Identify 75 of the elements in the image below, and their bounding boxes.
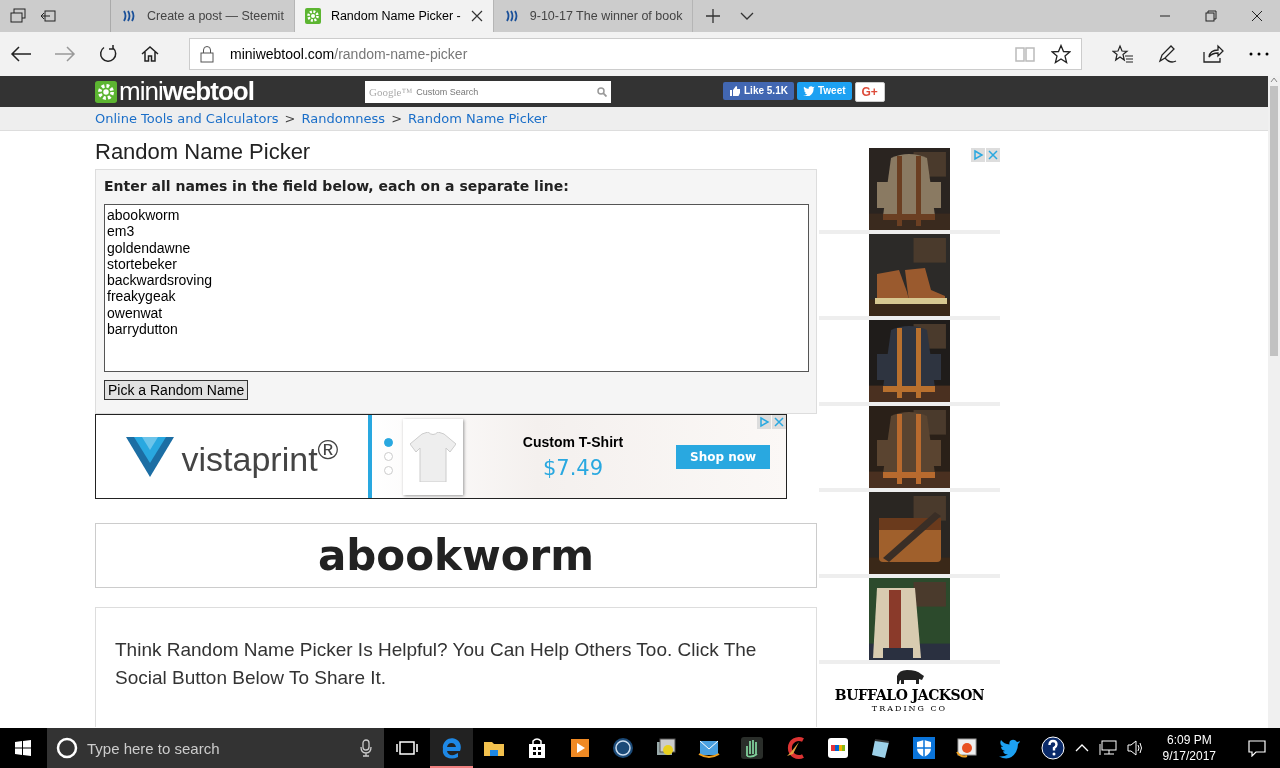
- clock-date: 9/17/2017: [1162, 748, 1216, 764]
- brand-name: vistaprint$^{®}$: [181, 433, 339, 480]
- names-field[interactable]: abookworm em3 goldendawne stortebeker backwardsroving freakygeak owenwat barrydutton: [104, 204, 809, 372]
- shopping-tag-icon[interactable]: [826, 736, 851, 760]
- google-plus-button[interactable]: G+: [854, 81, 885, 102]
- task-view-icon[interactable]: [395, 741, 418, 755]
- browser-tab[interactable]: Random Name Picker -: [294, 0, 494, 32]
- refresh-icon[interactable]: [98, 44, 118, 64]
- banner-ad[interactable]: vistaprint$^{®}$ Custom T-Shirt $7.49 Shop now: [95, 414, 787, 499]
- triangle-logo-icon: [125, 436, 174, 477]
- breadcrumb-link[interactable]: Randomness: [301, 111, 386, 126]
- like-button[interactable]: Like 5.1K: [723, 81, 794, 100]
- wave-icon: [121, 8, 137, 24]
- site-logo[interactable]: miniwebtool: [95, 76, 365, 107]
- carousel-dot[interactable]: [384, 466, 393, 475]
- gear-icon: [95, 80, 117, 103]
- chevron-up-icon[interactable]: [1074, 743, 1089, 753]
- scrollbar[interactable]: [1268, 76, 1280, 728]
- set-aside-tabs-icon[interactable]: [40, 8, 56, 24]
- ad-tile[interactable]: [819, 234, 1000, 316]
- carousel-dot[interactable]: [384, 452, 393, 461]
- price: $7.49: [542, 455, 604, 480]
- thumbs-up-icon: [729, 84, 741, 97]
- brand-tagline: TRADING CO: [871, 704, 948, 713]
- gear-icon: [304, 8, 321, 24]
- taskbar-search-field[interactable]: Type here to search: [46, 728, 384, 768]
- clock-time: 6:09 PM: [1166, 732, 1212, 748]
- network-icon[interactable]: [1098, 740, 1117, 756]
- ad-tile[interactable]: [819, 320, 1000, 402]
- forward-icon[interactable]: [54, 45, 76, 63]
- disc-icon[interactable]: [611, 736, 636, 760]
- more-icon[interactable]: [1248, 51, 1270, 57]
- clock[interactable]: 6:09 PM 9/17/2017: [1154, 732, 1224, 764]
- address-bar[interactable]: miniwebtool.com/random-name-picker: [189, 38, 1082, 70]
- product-name: Custom T-Shirt: [522, 433, 624, 450]
- new-tab-icon[interactable]: [705, 8, 722, 24]
- search-icon: [597, 86, 607, 97]
- pen-icon[interactable]: [1158, 44, 1178, 64]
- bison-icon: [894, 668, 925, 686]
- circle-icon: [55, 737, 78, 759]
- breadcrumb-separator: >: [284, 111, 296, 126]
- ad-tile[interactable]: [819, 578, 1000, 660]
- logo-text: miniwebtool: [119, 76, 254, 107]
- tabs-stack-icon[interactable]: [10, 8, 26, 24]
- back-icon[interactable]: [10, 45, 32, 63]
- shield-icon[interactable]: [912, 736, 937, 760]
- microphone-icon: [359, 739, 372, 757]
- help-icon[interactable]: [1041, 736, 1066, 760]
- notification-icon[interactable]: [1248, 739, 1266, 757]
- breadcrumb-link[interactable]: Random Name Picker: [408, 111, 548, 126]
- close-icon[interactable]: [470, 10, 483, 22]
- brand-name: BUFFALO JACKSON: [834, 687, 985, 703]
- volume-icon[interactable]: [1126, 740, 1145, 756]
- breadcrumb-separator: >: [391, 111, 403, 126]
- lock-icon: [200, 45, 214, 63]
- hand-icon[interactable]: [740, 736, 765, 760]
- share-text: Think Random Name Picker Is Helpful? You Can Help Others Too. Click The Social Button Below To Share It.: [115, 638, 758, 690]
- scroll-up-icon[interactable]: [1270, 76, 1278, 84]
- favorites-list-icon[interactable]: [1112, 44, 1134, 64]
- t-shirt-icon: [410, 431, 456, 482]
- search-field[interactable]: Google™ Custom Search: [365, 80, 611, 103]
- bird-icon: [802, 85, 815, 96]
- home-icon[interactable]: [140, 44, 160, 64]
- carousel-dot[interactable]: [384, 438, 393, 447]
- instruction-text: Enter all names in the field below, each on a separate line:: [104, 178, 570, 194]
- star-icon[interactable]: [1051, 44, 1071, 64]
- pick-button[interactable]: Pick a Random Name: [104, 380, 249, 400]
- page-title: Random Name Picker: [95, 139, 312, 165]
- wave-icon: [503, 8, 520, 24]
- photo-frame-icon[interactable]: [955, 736, 980, 760]
- ad-tile[interactable]: [819, 492, 1000, 574]
- share-icon[interactable]: [1202, 44, 1224, 64]
- breadcrumb-link[interactable]: Online Tools and Calculators: [95, 111, 279, 126]
- result-name: abookworm: [95, 523, 817, 588]
- windows-logo-icon[interactable]: [15, 740, 32, 756]
